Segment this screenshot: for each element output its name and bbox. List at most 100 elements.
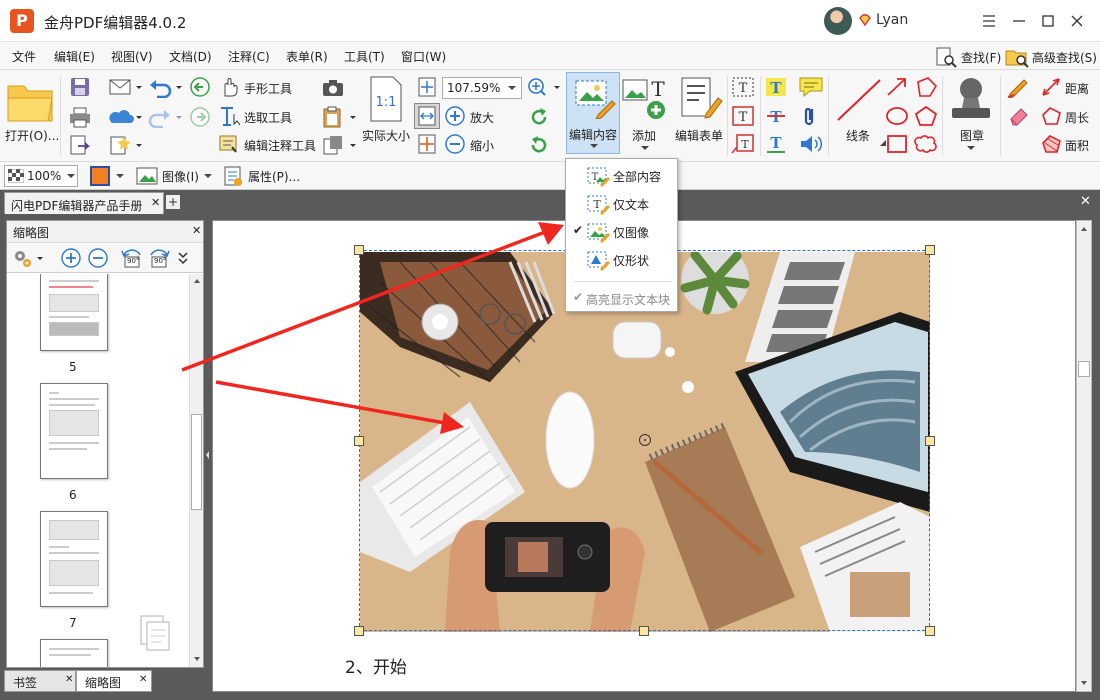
edit-form-button[interactable]: 编辑表单 bbox=[675, 127, 723, 144]
line-button[interactable]: 线条 bbox=[846, 127, 870, 144]
open-folder-icon[interactable] bbox=[6, 78, 56, 124]
menu-edit[interactable]: 编辑(E) bbox=[54, 48, 95, 65]
underline-icon[interactable]: T bbox=[764, 133, 788, 155]
document-scrollbar[interactable] bbox=[1076, 220, 1092, 692]
resize-handle-bottom[interactable] bbox=[639, 626, 649, 636]
camera-icon[interactable] bbox=[322, 78, 344, 98]
fit-visible-icon[interactable] bbox=[416, 133, 438, 155]
thumbnail-page-8[interactable] bbox=[40, 639, 108, 667]
dropdown-item-text-only[interactable]: T 仅文本 bbox=[566, 190, 677, 217]
rotate-right-button[interactable]: 90° bbox=[147, 247, 171, 269]
menu-document[interactable]: 文档(D) bbox=[169, 48, 212, 65]
chevron-double-down-icon[interactable] bbox=[177, 250, 189, 266]
stamp-icon[interactable] bbox=[948, 74, 994, 122]
opacity-combo[interactable]: 100% bbox=[4, 165, 78, 187]
print-icon[interactable] bbox=[68, 106, 92, 128]
fit-width-toggle[interactable] bbox=[414, 103, 440, 129]
back-icon[interactable] bbox=[188, 76, 212, 98]
hand-tool-button[interactable]: 手形工具 bbox=[244, 80, 292, 97]
arrow-shape-icon[interactable] bbox=[885, 76, 909, 98]
find-button[interactable]: 查找(F) bbox=[934, 46, 1001, 68]
dropdown-item-image-only[interactable]: ✔ 仅图像 bbox=[566, 218, 677, 245]
close-button[interactable] bbox=[1064, 8, 1090, 34]
zoom-in-button[interactable]: 放大 bbox=[470, 109, 494, 126]
cloud-shape-icon[interactable] bbox=[914, 133, 938, 155]
perimeter-button[interactable]: 周长 bbox=[1065, 109, 1089, 126]
area-button[interactable]: 面积 bbox=[1065, 137, 1089, 154]
stamp-button[interactable]: 图章 bbox=[960, 127, 984, 144]
zoom-out-thumb-icon[interactable] bbox=[86, 247, 110, 269]
save-icon[interactable] bbox=[68, 76, 92, 98]
stamp-clip-icon[interactable] bbox=[322, 134, 358, 156]
properties-button[interactable]: 属性(P)... bbox=[248, 168, 300, 185]
resize-handle-top-right[interactable] bbox=[925, 245, 935, 255]
export-icon[interactable] bbox=[68, 134, 92, 156]
resize-handle-top-left[interactable] bbox=[354, 245, 364, 255]
fill-color-picker[interactable] bbox=[88, 165, 126, 187]
redo-icon[interactable] bbox=[148, 106, 184, 128]
rotate-ccw-icon[interactable] bbox=[528, 134, 550, 156]
text-field-icon[interactable]: T bbox=[731, 76, 755, 98]
sound-icon[interactable] bbox=[798, 133, 824, 155]
highlight-text-icon[interactable]: T bbox=[764, 76, 788, 98]
pencil-icon[interactable] bbox=[1006, 76, 1032, 98]
advanced-find-button[interactable]: 高级查找(S) bbox=[1005, 46, 1097, 68]
edit-content-button[interactable]: 编辑内容 bbox=[566, 72, 620, 154]
zoom-in-thumb-icon[interactable] bbox=[59, 247, 83, 269]
image-menu-button[interactable]: 图像(I) bbox=[162, 168, 199, 185]
cloud-upload-icon[interactable] bbox=[108, 106, 142, 128]
scroll-down-icon[interactable] bbox=[191, 653, 203, 665]
eraser-icon[interactable] bbox=[1006, 105, 1032, 127]
minimize-button[interactable] bbox=[1006, 8, 1032, 34]
rectangle-shape-icon[interactable] bbox=[885, 133, 909, 155]
polygon-line-icon[interactable] bbox=[914, 76, 938, 98]
callout-text-icon[interactable]: T bbox=[731, 133, 755, 155]
resize-handle-bottom-right[interactable] bbox=[925, 626, 935, 636]
select-tool-button[interactable]: 选取工具 bbox=[244, 109, 292, 126]
new-tab-icon[interactable]: + bbox=[166, 195, 180, 209]
panel-splitter[interactable] bbox=[204, 440, 210, 470]
rotate-cw-icon[interactable] bbox=[528, 106, 550, 128]
ellipse-shape-icon[interactable] bbox=[885, 105, 909, 127]
dropdown-item-shape-only[interactable]: 仅形状 bbox=[566, 246, 677, 273]
resize-handle-left[interactable] bbox=[354, 436, 364, 446]
menu-tools[interactable]: 工具(T) bbox=[344, 48, 385, 65]
close-tab-icon[interactable]: ✕ bbox=[151, 196, 160, 209]
tab-thumbnails[interactable]: 缩略图 ✕ bbox=[76, 670, 152, 692]
rotation-center-icon[interactable] bbox=[639, 434, 651, 446]
scroll-up-icon[interactable] bbox=[191, 275, 203, 287]
close-panel-icon[interactable]: ✕ bbox=[192, 224, 201, 237]
thumbnail-page-5[interactable] bbox=[40, 274, 108, 351]
edit-annotation-tool-button[interactable]: 编辑注释工具 bbox=[244, 137, 316, 154]
dropdown-item-all-content[interactable]: T 全部内容 bbox=[566, 162, 677, 189]
distance-button[interactable]: 距离 bbox=[1065, 80, 1089, 97]
magnifier-icon[interactable] bbox=[526, 76, 564, 98]
user-name[interactable]: Lyan bbox=[876, 12, 908, 28]
close-tab-icon[interactable]: ✕ bbox=[65, 674, 73, 685]
menu-file[interactable]: 文件 bbox=[12, 48, 36, 65]
resize-handle-right[interactable] bbox=[925, 436, 935, 446]
sticky-note-icon[interactable] bbox=[798, 76, 824, 98]
maximize-button[interactable] bbox=[1035, 8, 1061, 34]
polygon-shape-icon[interactable] bbox=[914, 105, 938, 127]
thumbnail-page-7[interactable] bbox=[40, 511, 108, 607]
tab-bookmarks[interactable]: 书签 ✕ bbox=[4, 670, 76, 692]
rotate-left-button[interactable]: 90° bbox=[120, 247, 144, 269]
text-box-icon[interactable]: T bbox=[731, 105, 755, 127]
strikeout-icon[interactable]: T bbox=[764, 105, 788, 127]
edit-form-icon[interactable] bbox=[678, 76, 724, 120]
email-icon[interactable] bbox=[108, 76, 142, 98]
attachment-icon[interactable] bbox=[798, 105, 824, 127]
actual-size-icon[interactable]: 1:1 bbox=[368, 76, 404, 122]
gear-icon[interactable] bbox=[11, 247, 45, 269]
thumbnail-page-6[interactable] bbox=[40, 383, 108, 479]
dropdown-item-highlight-text-blocks[interactable]: ✔ 高亮显示文本块 bbox=[566, 285, 677, 312]
forward-icon[interactable] bbox=[188, 106, 212, 128]
add-content-icon[interactable]: T bbox=[622, 76, 668, 120]
menu-comment[interactable]: 注释(C) bbox=[228, 48, 270, 65]
avatar[interactable] bbox=[824, 7, 852, 35]
close-tab-icon[interactable]: ✕ bbox=[139, 674, 147, 685]
undo-icon[interactable] bbox=[148, 76, 184, 98]
thumbnail-scrollbar[interactable] bbox=[189, 274, 203, 667]
menu-icon[interactable] bbox=[976, 8, 1002, 34]
